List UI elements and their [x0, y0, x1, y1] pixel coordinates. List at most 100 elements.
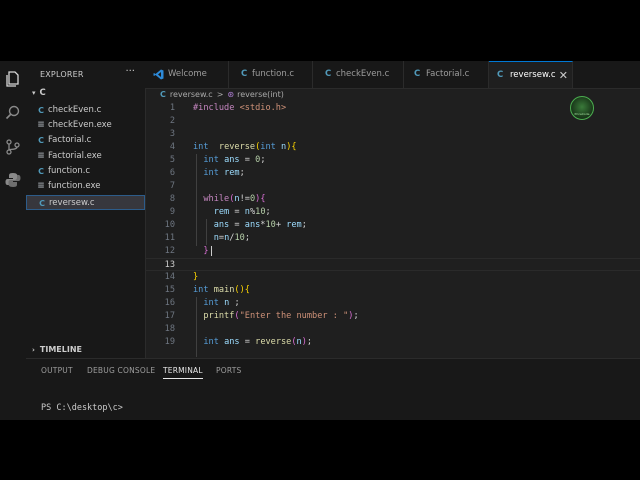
line-number: 10: [164, 220, 175, 230]
exe-file-icon: ≡: [37, 151, 45, 161]
tab-output[interactable]: OUTPUT: [41, 366, 73, 375]
c-file-icon: C: [38, 106, 44, 115]
explorer-sidebar: EXPLORER ··· ▾ C C checkEven.c ≡ checkEve…: [26, 61, 146, 358]
function-symbol-icon: ⊛: [227, 90, 235, 99]
tab-label: Factorial.c: [426, 69, 470, 79]
file-item-reversew-c[interactable]: C reversew.c: [26, 195, 145, 210]
code-line: 3: [145, 128, 640, 141]
exe-file-icon: ≡: [37, 181, 45, 191]
line-number: 9: [169, 207, 175, 217]
line-number: 2: [169, 116, 175, 126]
line-number: 18: [164, 324, 175, 334]
breadcrumb: Creversew.c > ⊛ reverse(int): [160, 90, 284, 99]
code-line: 19 int ans = reverse(n);: [145, 336, 640, 349]
line-number: 1: [169, 103, 175, 113]
activity-bar: [0, 61, 26, 420]
c-file-icon: C: [38, 167, 44, 176]
breadcrumb-file[interactable]: reversew.c: [170, 90, 213, 99]
search-icon[interactable]: [4, 104, 22, 122]
vscode-icon: [153, 69, 164, 80]
code-line: 4 int reverse(int n){: [145, 141, 640, 154]
tab-factorial-c[interactable]: C Factorial.c: [404, 61, 489, 88]
file-item-factorial-c[interactable]: C Factorial.c: [26, 133, 145, 148]
tab-welcome[interactable]: Welcome: [145, 61, 229, 88]
code-line-current: 13: [145, 258, 640, 271]
code-line: 17 printf("Enter the number : ");: [145, 310, 640, 323]
more-actions-icon[interactable]: ···: [125, 66, 135, 77]
python-icon[interactable]: [4, 171, 22, 189]
tab-terminal[interactable]: TERMINAL: [163, 366, 203, 379]
line-number: 16: [164, 298, 175, 308]
tab-ports[interactable]: PORTS: [216, 366, 241, 375]
c-file-icon: C: [325, 69, 332, 79]
c-file-icon: C: [241, 69, 248, 79]
tab-debug-console[interactable]: DEBUG CONSOLE: [87, 366, 155, 375]
code-line: 5 int ans = 0;: [145, 154, 640, 167]
text-cursor: [210, 245, 212, 256]
breadcrumb-symbol[interactable]: reverse(int): [237, 90, 284, 99]
tab-label: function.c: [252, 69, 295, 79]
chevron-down-icon: ▾: [32, 89, 36, 97]
line-number: 11: [164, 233, 175, 243]
code-line: 1 #include <stdio.h>: [145, 102, 640, 115]
file-label: checkEven.c: [48, 105, 102, 115]
line-number: 19: [164, 337, 175, 347]
editor-tabs: Welcome C function.c C checkEven.c C Fac…: [145, 61, 640, 89]
code-line: 18: [145, 323, 640, 336]
code-line: 12 }: [145, 245, 640, 258]
tab-label: Welcome: [168, 69, 207, 79]
folder-label: C: [39, 88, 46, 98]
tab-checkeven-c[interactable]: C checkEven.c: [313, 61, 404, 88]
code-line: 16 int n ;: [145, 297, 640, 310]
code-line: 6 int rem;: [145, 167, 640, 180]
explorer-title: EXPLORER: [40, 70, 84, 79]
c-file-icon: C: [160, 90, 166, 99]
timeline-section[interactable]: › TIMELINE: [32, 345, 82, 354]
file-item-function-exe[interactable]: ≡ function.exe: [26, 179, 145, 194]
tab-label: reversew.c: [510, 70, 556, 80]
code-line: 8 while(n!=0){: [145, 193, 640, 206]
c-file-icon: C: [414, 69, 421, 79]
vscode-window: EXPLORER ··· ▾ C C checkEven.c ≡ checkEve…: [0, 61, 640, 420]
line-number: 3: [169, 129, 175, 139]
line-number: 4: [169, 142, 175, 152]
folder-c[interactable]: ▾ C: [32, 88, 46, 98]
file-label: Factorial.exe: [48, 151, 102, 161]
line-number: 7: [169, 181, 175, 191]
source-control-icon[interactable]: [4, 138, 22, 156]
file-label: function.exe: [48, 181, 101, 191]
tab-function-c[interactable]: C function.c: [229, 61, 313, 88]
c-file-icon: C: [497, 70, 504, 80]
code-line: 7: [145, 180, 640, 193]
explorer-icon[interactable]: [4, 70, 22, 88]
bottom-panel: OUTPUT DEBUG CONSOLE TERMINAL PORTS PS C…: [26, 358, 640, 420]
code-line: 2: [145, 115, 640, 128]
terminal-prompt[interactable]: PS C:\desktop\c>: [41, 403, 123, 413]
file-item-function-c[interactable]: C function.c: [26, 164, 145, 179]
file-label: reversew.c: [49, 198, 95, 208]
c-file-icon: C: [39, 199, 45, 208]
timeline-label: TIMELINE: [39, 345, 82, 354]
tab-reversew-c[interactable]: C reversew.c ✕: [489, 61, 573, 88]
file-item-factorial-exe[interactable]: ≡ Factorial.exe: [26, 149, 145, 164]
code-line: 15 int main(){: [145, 284, 640, 297]
line-number: 6: [169, 168, 175, 178]
code-line: 9 rem = n%10;: [145, 206, 640, 219]
breadcrumb-separator: >: [216, 90, 224, 99]
close-icon[interactable]: ✕: [559, 62, 568, 89]
file-item-checkeven-exe[interactable]: ≡ checkEven.exe: [26, 118, 145, 133]
code-editor[interactable]: 1 #include <stdio.h> 2 3 4 int reverse(int…: [145, 102, 640, 358]
line-number: 14: [164, 272, 175, 282]
tab-label: checkEven.c: [336, 69, 390, 79]
line-number: 15: [164, 285, 175, 295]
file-item-checkeven-c[interactable]: C checkEven.c: [26, 103, 145, 118]
code-line: 10 ans = ans*10+ rem;: [145, 219, 640, 232]
line-number: 17: [164, 311, 175, 321]
line-number: 12: [164, 246, 175, 256]
exe-file-icon: ≡: [37, 120, 45, 130]
chevron-right-icon: ›: [32, 346, 35, 354]
c-file-icon: C: [38, 136, 44, 145]
line-number: 5: [169, 155, 175, 165]
file-label: checkEven.exe: [48, 120, 112, 130]
file-label: function.c: [48, 166, 91, 176]
